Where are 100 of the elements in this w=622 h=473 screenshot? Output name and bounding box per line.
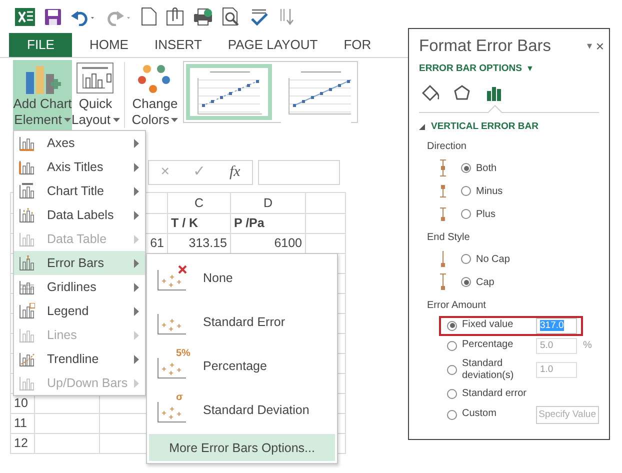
menu-item[interactable]: Chart Title [14, 179, 145, 203]
direction-icon [437, 159, 449, 177]
chart-icon [19, 159, 35, 175]
radio-button[interactable] [461, 277, 471, 287]
chart-icon [19, 351, 35, 367]
app-icon [15, 6, 35, 26]
submenu-arrow-icon [134, 138, 139, 148]
icon-label: σ [176, 391, 183, 405]
submenu-arrow-icon [134, 210, 139, 220]
table-cell: T / K [171, 216, 198, 230]
end-style-icon [437, 273, 449, 291]
new-document-icon[interactable] [141, 7, 157, 26]
quick-layout-button[interactable]: Quick Layout [72, 60, 119, 130]
menu-item[interactable]: Data Labels [14, 203, 145, 227]
radio-button[interactable] [447, 320, 457, 330]
group-label: Direction [427, 140, 468, 154]
submenu-arrow-icon [134, 306, 139, 316]
menu-item[interactable]: Standard Error [149, 300, 335, 344]
fill-bucket-icon[interactable] [421, 84, 439, 102]
bar-chart-icon[interactable] [485, 84, 503, 102]
unit-label: % [583, 339, 591, 353]
submenu-arrow-icon [134, 354, 139, 364]
radio-button[interactable] [461, 254, 471, 264]
caret-button[interactable]: ▼ [526, 63, 534, 76]
submenu-arrow-icon [134, 234, 139, 244]
option-label[interactable]: Cap [476, 274, 494, 290]
chart-icon [19, 327, 35, 343]
direction-icon [437, 182, 449, 200]
radio-button[interactable] [447, 389, 457, 399]
add-chart-element-button[interactable]: Add Chart Element [13, 60, 72, 130]
option-label[interactable]: Standard error [462, 388, 528, 400]
radio-button[interactable] [461, 186, 471, 196]
spell-check-icon[interactable] [249, 7, 269, 26]
formula-field[interactable] [258, 160, 340, 185]
radio-button[interactable] [461, 163, 471, 173]
print-preview-icon[interactable] [222, 7, 240, 26]
table-cell: P /Pa [234, 216, 264, 230]
caret-icon [112, 118, 120, 122]
ribbon-tab[interactable]: INSERT [141, 33, 215, 57]
caret-icon [64, 118, 71, 122]
chart-icon [19, 279, 35, 295]
option-label[interactable]: Fixed value [462, 319, 528, 332]
chart-icon [19, 231, 35, 247]
icon-label: 5% [176, 347, 190, 361]
pane-title: Format Error Bars [419, 36, 552, 58]
submenu-arrow-icon [134, 162, 139, 172]
group-label: Error Amount [427, 298, 487, 312]
ribbon-tab[interactable]: FOR [330, 33, 384, 57]
pentagon-icon[interactable] [453, 84, 471, 102]
column-header[interactable]: C [194, 196, 204, 210]
menu-item[interactable]: Axes [14, 131, 145, 155]
save-icon[interactable] [44, 8, 62, 26]
pane-options-button[interactable]: ▾ [586, 39, 592, 54]
expand-icon[interactable] [419, 124, 425, 130]
radio-button[interactable] [461, 209, 471, 219]
chart-icon [19, 303, 35, 319]
table-cell: 6100 [274, 236, 302, 250]
close-button[interactable]: × [596, 36, 604, 57]
change-colors-button[interactable]: Change Colors [130, 60, 180, 130]
menu-item[interactable]: Axis Titles [14, 155, 145, 179]
options-header-button[interactable]: ERROR BAR OPTIONS [419, 62, 522, 76]
chart-icon [19, 207, 35, 223]
submenu-arrow-icon [134, 378, 139, 388]
menu-item[interactable]: σ Standard Deviation [149, 388, 335, 432]
menu-item[interactable]: Error Bars [14, 251, 145, 275]
printer-icon[interactable] [193, 7, 213, 26]
error-bars-icon [157, 264, 187, 292]
submenu-arrow-icon [134, 258, 139, 268]
menu-item[interactable]: None [149, 256, 335, 300]
menu-item[interactable]: More Error Bars Options... [149, 434, 335, 461]
ribbon-tab[interactable]: PAGE LAYOUT [214, 33, 331, 57]
option-label[interactable]: Minus [476, 184, 503, 198]
submenu-arrow-icon [134, 186, 139, 196]
menu-item[interactable]: Trendline [14, 347, 145, 371]
chart-icon [19, 255, 35, 271]
submenu-arrow-icon [134, 330, 139, 340]
chart-style-thumbnail[interactable] [186, 64, 272, 120]
caret-icon [171, 118, 178, 122]
table-cell: 61 [150, 236, 164, 250]
chart-icon [19, 183, 35, 199]
direction-icon [437, 205, 449, 223]
menu-item[interactable]: 5% Percentage [149, 344, 335, 388]
menu-item[interactable]: Legend [14, 299, 145, 323]
option-label[interactable]: No Cap [476, 252, 510, 266]
column-header[interactable]: D [263, 196, 273, 210]
menu-item[interactable]: Gridlines [14, 275, 145, 299]
chart-icon [19, 375, 35, 391]
section-title: VERTICAL ERROR BAR [431, 120, 538, 134]
attach-icon[interactable] [166, 7, 184, 26]
option-label[interactable]: Plus [476, 206, 496, 222]
chart-icon [19, 135, 35, 151]
group-label: End Style [427, 230, 471, 244]
option-label[interactable]: Both [476, 160, 497, 176]
ribbon-tab[interactable]: HOME [76, 33, 142, 57]
file-tab[interactable]: FILE [9, 33, 72, 57]
insert-function-button[interactable]: fx [229, 161, 240, 184]
submenu-arrow-icon [134, 282, 139, 292]
sort-icon[interactable] [278, 7, 296, 26]
layout-icon [76, 62, 116, 96]
table-cell: 313.15 [188, 236, 227, 250]
